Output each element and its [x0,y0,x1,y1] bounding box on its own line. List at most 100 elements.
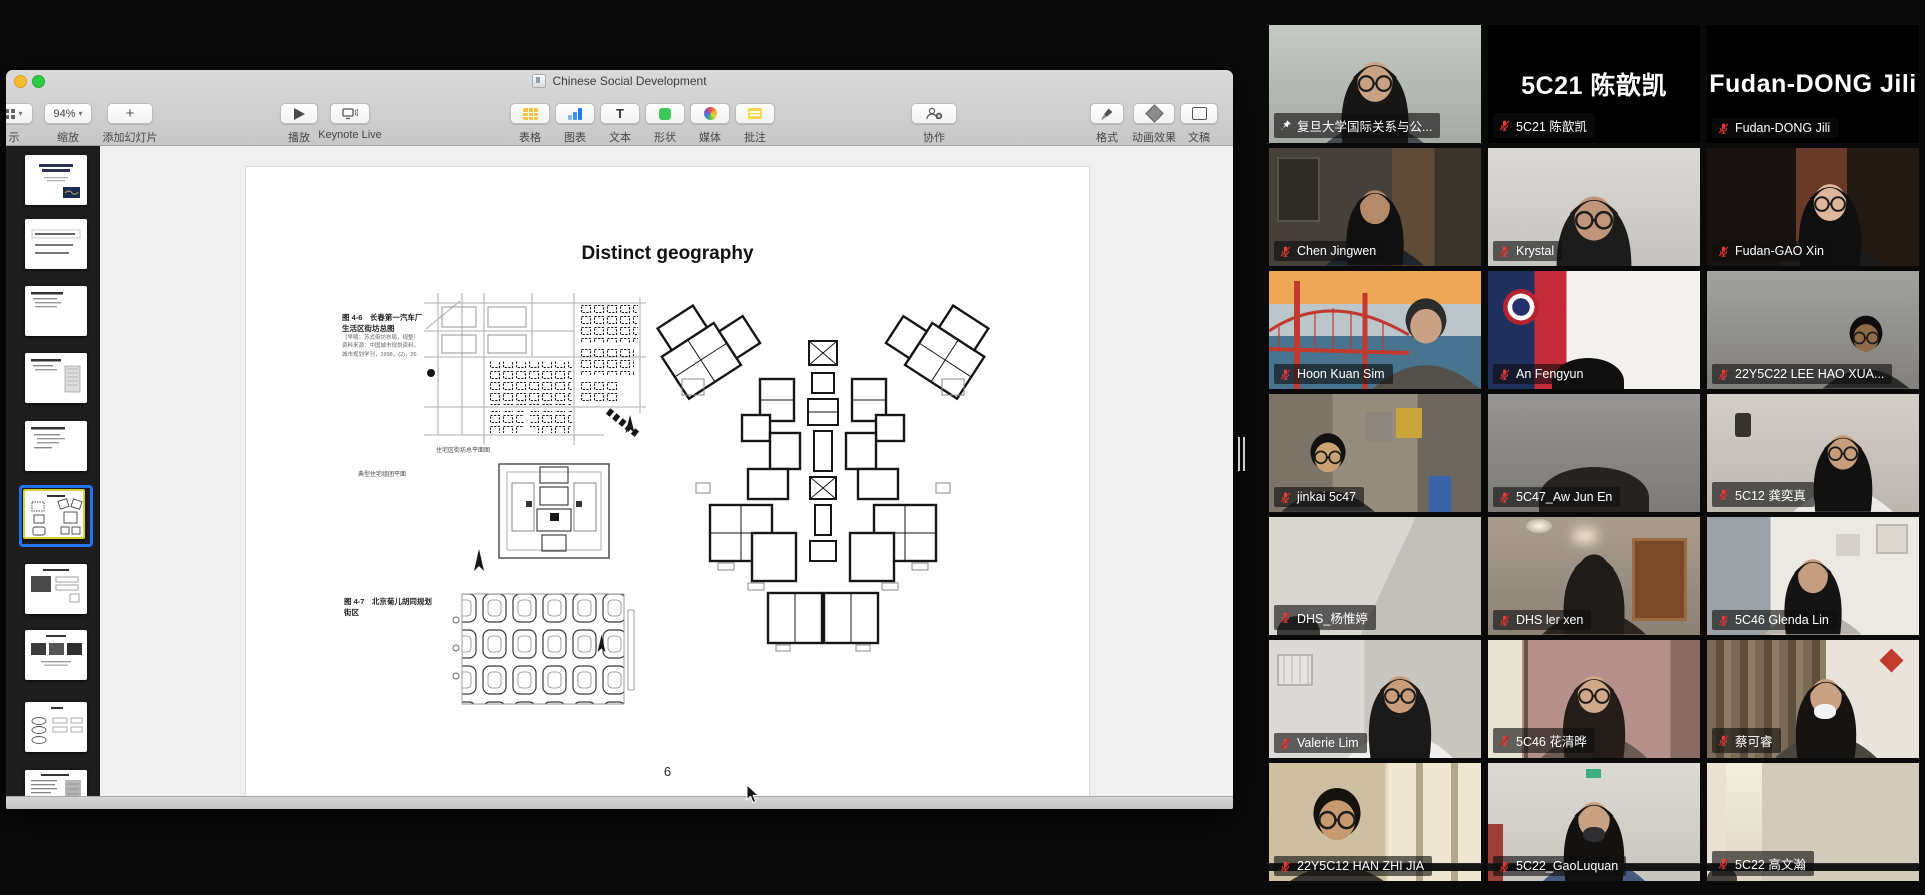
selected-slide-ring [19,485,93,547]
muted-mic-icon [1498,119,1511,132]
muted-mic-icon [1498,734,1511,747]
text-label: 文本 [609,129,631,145]
participant-nameplate: 5C12 龚奕真 [1712,482,1814,507]
participant-nameplate: jinkai 5c47 [1274,487,1364,507]
slide-thumbnail-6-selected[interactable] [23,489,85,539]
animate-button[interactable]: 动画效果 [1128,103,1180,145]
zoom-control[interactable]: 94%▾ 缩放 [42,103,94,145]
keynote-live-label: Keynote Live [318,129,382,141]
north-arrow-1 [472,549,486,573]
keynote-live-icon [342,107,358,120]
comment-icon [748,108,762,119]
collaborate-label: 协作 [923,129,945,145]
participant-tile[interactable]: Fudan-GAO Xin [1707,148,1919,266]
insert-text-button[interactable]: T 文本 [600,103,640,145]
participant-tile[interactable]: Krystal [1488,148,1700,266]
participant-name: 5C22 高文瀚 [1735,854,1806,873]
slide-thumbnail-1[interactable] [25,155,87,205]
participant-name: 5C46 Glenda Lin [1735,613,1829,627]
muted-mic-icon [1279,491,1292,504]
muted-mic-icon [1717,488,1730,501]
insert-table-button[interactable]: 表格 [510,103,550,145]
slide-thumbnail-10[interactable] [25,770,87,797]
participant-nameplate: Fudan-DONG Jili [1712,118,1838,138]
mouse-cursor [746,784,760,804]
participant-tile[interactable]: DHS ler xen [1488,517,1700,635]
zoom-value: 94% [53,108,75,120]
current-slide[interactable]: Distinct geography 图 4-6 长春第一汽车厂 生活区街坊总图… [246,167,1089,797]
participant-name: 5C12 龚奕真 [1735,485,1806,504]
slide-thumbnail-2[interactable] [25,219,87,269]
muted-mic-icon [1717,857,1730,870]
figure-urban-plan [424,293,646,445]
participant-nameplate: An Fengyun [1493,364,1591,384]
figure-apartment-plan [652,283,994,699]
participant-tile[interactable]: jinkai 5c47 [1269,394,1481,512]
chart-label: 图表 [564,129,586,145]
insert-chart-button[interactable]: 图表 [555,103,595,145]
slide-page-number: 6 [246,764,1089,779]
figure3-caption: 图 4-7 北京菊儿胡同规划 街区 [344,597,436,618]
slide-thumbnail-9[interactable] [25,702,87,752]
participant-nameplate: DHS_杨惟婷 [1274,605,1376,630]
muted-mic-icon [1279,860,1292,873]
slide-thumbnail-5[interactable] [25,421,87,471]
participant-tile[interactable]: 5C46 花清晔 [1488,640,1700,758]
slide-thumbnail-4[interactable] [25,353,87,403]
participant-tile[interactable]: 5C47_Aw Jun En [1488,394,1700,512]
chart-icon [568,108,582,120]
participant-tile-no-video[interactable]: 5C21 陈歆凯 5C21 陈歆凯 [1488,25,1700,143]
figure-palace-plan [496,461,612,561]
participant-name: 5C46 花清晔 [1516,731,1587,750]
titlebar[interactable]: Chinese Social Development [6,70,1233,92]
muted-mic-icon [1498,368,1511,381]
muted-mic-icon [1498,614,1511,627]
insert-media-button[interactable]: 媒体 [690,103,730,145]
document-button[interactable]: 文稿 [1178,103,1220,145]
animate-diamond-icon [1145,104,1163,122]
muted-mic-icon [1717,734,1730,747]
participant-tile[interactable]: 蔡可睿 [1707,640,1919,758]
participant-nameplate: 5C46 花清晔 [1493,728,1595,753]
participant-tile-no-video[interactable]: Fudan-DONG Jili Fudan-DONG Jili [1707,25,1919,143]
panel-resize-handle[interactable] [1238,437,1247,471]
participant-tile[interactable]: Valerie Lim [1269,640,1481,758]
participant-nameplate: 5C21 陈歆凯 [1493,113,1595,138]
participant-nameplate: 复旦大学国际关系与公... [1274,113,1440,138]
participant-tile[interactable]: 5C12 龚奕真 [1707,394,1919,512]
collaborate-icon [925,107,943,120]
add-slide-label: 添加幻灯片 [103,129,158,145]
keynote-live-button[interactable]: Keynote Live [314,103,386,141]
view-control[interactable]: ▾ 示 [6,103,34,145]
slide-thumbnail-7[interactable] [25,564,87,614]
participant-name: DHS_杨惟婷 [1297,608,1368,627]
window-title: Chinese Social Development [552,74,706,88]
shape-label: 形状 [654,129,676,145]
zoom-label: 缩放 [57,129,79,145]
insert-shape-button[interactable]: 形状 [645,103,685,145]
participant-tile-fudan-speaker[interactable]: 复旦大学国际关系与公... [1269,25,1481,143]
participant-tile[interactable]: 5C46 Glenda Lin [1707,517,1919,635]
north-arrow-3 [596,635,607,654]
slide-thumbnail-8[interactable] [25,630,87,680]
participant-tile[interactable]: An Fengyun [1488,271,1700,389]
format-brush-icon [1100,107,1114,121]
participant-tile[interactable]: 22Y5C22 LEE HAO XUA... [1707,271,1919,389]
text-icon: T [616,107,624,120]
participant-tile[interactable]: Hoon Kuan Sim [1269,271,1481,389]
format-button[interactable]: 格式 [1088,103,1126,145]
muted-mic-icon [1717,614,1730,627]
participant-tile[interactable]: Chen Jingwen [1269,148,1481,266]
slide-thumbnail-3[interactable] [25,286,87,336]
participant-tile[interactable]: DHS_杨惟婷 [1269,517,1481,635]
view-icon [6,109,15,119]
slide-canvas[interactable]: Distinct geography 图 4-6 长春第一汽车厂 生活区街坊总图… [100,146,1233,797]
window-bottom-bar [6,796,1233,809]
collaborate-button[interactable]: 协作 [909,103,959,145]
insert-comment-button[interactable]: 批注 [735,103,775,145]
add-slide-button[interactable]: + 添加幻灯片 [99,103,161,145]
participant-name: Valerie Lim [1297,736,1359,750]
muted-mic-icon [1279,368,1292,381]
view-label: 示 [9,129,20,145]
participant-name: 蔡可睿 [1735,731,1773,750]
